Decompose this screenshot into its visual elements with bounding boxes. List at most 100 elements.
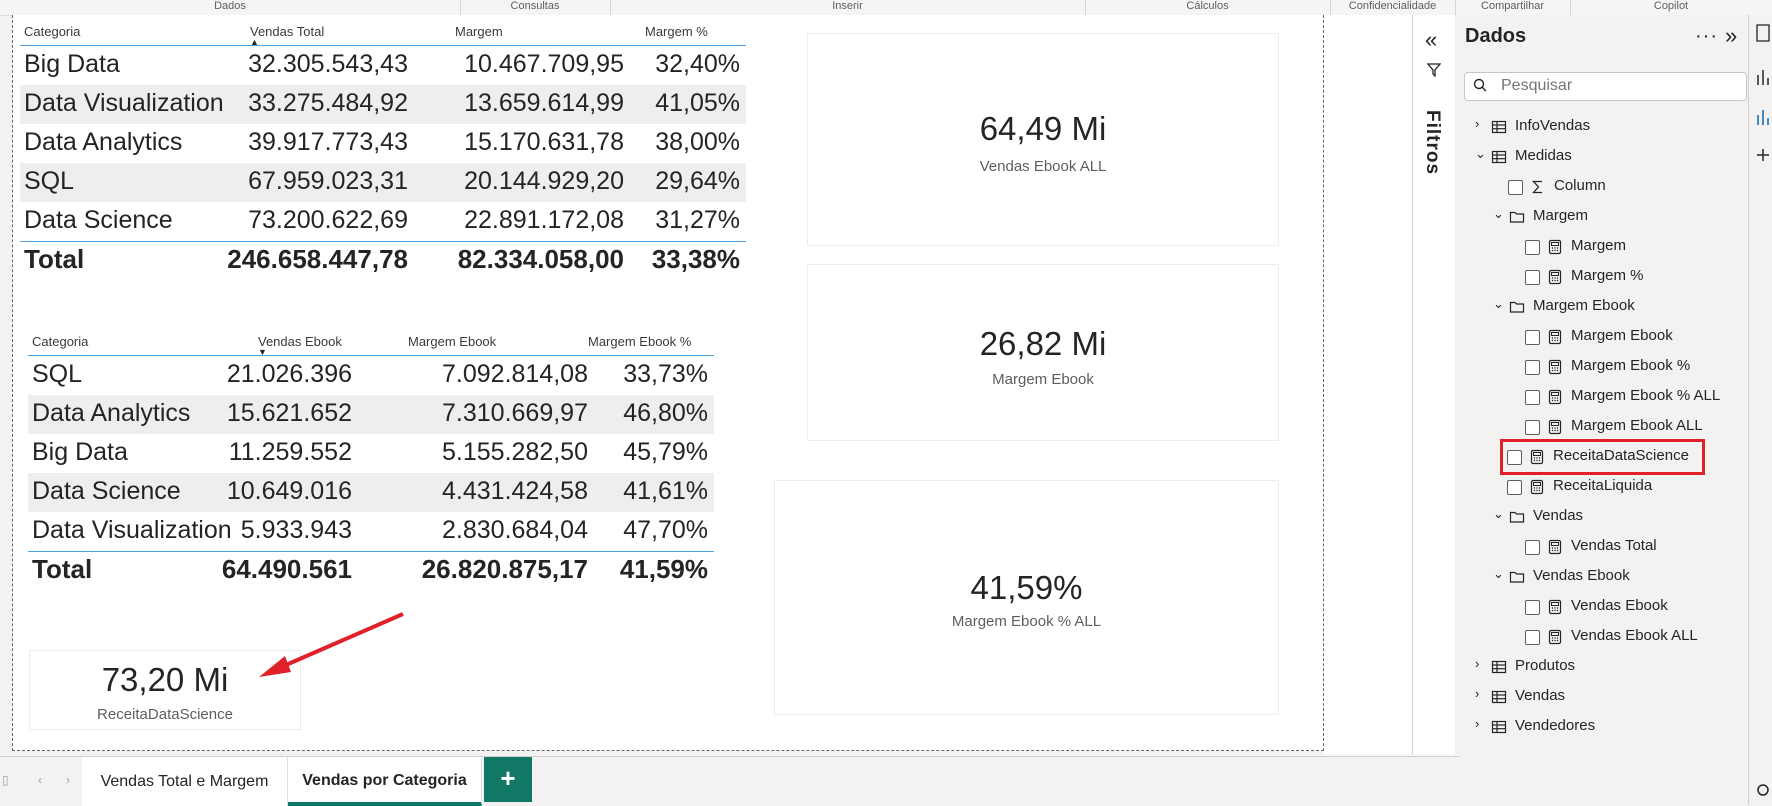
search-box[interactable] (1464, 72, 1747, 101)
tree-item-margem-ebook[interactable]: Margem Ebook % (1455, 352, 1748, 382)
format-icon[interactable] (1755, 107, 1771, 127)
card-margem-ebook-pct-all[interactable]: 41,59% Margem Ebook % ALL (774, 480, 1279, 715)
col-header-margem-pct[interactable]: Margem % (645, 24, 708, 39)
tree-item-vendas-ebook[interactable]: ⌄ Vendas Ebook (1455, 562, 1748, 592)
tree-item-margem[interactable]: Margem % (1455, 262, 1748, 292)
table-row[interactable]: Big Data 32.305.543,43 10.467.709,95 32,40% (20, 46, 746, 85)
table-row[interactable]: Data Science 10.649.016 4.431.424,58 41,61% (28, 473, 714, 512)
field-checkbox[interactable] (1525, 600, 1540, 615)
tree-item-vendedores[interactable]: › Vendedores (1455, 712, 1748, 742)
table-row[interactable]: Data Visualization 33.275.484,92 13.659.61… (20, 85, 746, 124)
measure-icon (1529, 479, 1545, 495)
field-checkbox[interactable] (1507, 480, 1522, 495)
collapse-pane-icon[interactable]: » (1725, 23, 1737, 49)
scroll-right-icon[interactable]: › (66, 773, 70, 787)
tree-item-label: Margem (1533, 207, 1589, 224)
chevron-down-icon[interactable]: ⌄ (1475, 146, 1486, 162)
col-header-margem[interactable]: Margem (455, 24, 503, 39)
col-header-categoria[interactable]: Categoria (32, 334, 88, 349)
chevron-down-icon[interactable]: ⌄ (1493, 506, 1504, 522)
tree-item-vendas-total[interactable]: Vendas Total (1455, 532, 1748, 562)
table-icon (1491, 659, 1507, 675)
tree-item-label: Margem Ebook % ALL (1571, 387, 1721, 404)
field-checkbox[interactable] (1525, 330, 1540, 345)
tree-item-margem-ebook[interactable]: ⌄ Margem Ebook (1455, 292, 1748, 322)
tree-item-receitaliquida[interactable]: ReceitaLiquida (1455, 472, 1748, 502)
data-pane-icon[interactable] (1755, 23, 1771, 43)
more-options-icon[interactable]: ··· (1695, 25, 1718, 48)
field-checkbox[interactable] (1525, 360, 1540, 375)
col-header-vendas-ebook[interactable]: Vendas Ebook (258, 334, 342, 349)
visualizations-icon[interactable] (1755, 67, 1771, 87)
row-value: 10.649.016 (226, 477, 352, 505)
table-vendas-ebook[interactable]: Categoria Vendas Ebook ▼ Margem Ebook Ma… (28, 325, 714, 590)
tree-item-vendas[interactable]: › Vendas (1455, 682, 1748, 712)
col-header-margem-ebook[interactable]: Margem Ebook (408, 334, 496, 349)
chevron-right-icon[interactable]: › (1475, 116, 1479, 131)
scroll-left-icon[interactable]: ‹ (38, 773, 42, 787)
table-row[interactable]: Data Science 73.200.622,69 22.891.172,08 31… (20, 202, 746, 241)
chevron-down-icon[interactable]: ⌄ (1493, 206, 1504, 222)
table-header[interactable]: Categoria Vendas Ebook ▼ Margem Ebook Ma… (28, 325, 714, 357)
row-category: Data Analytics (24, 128, 183, 156)
table-row[interactable]: Data Analytics 15.621.652 7.310.669,97 46,8… (28, 395, 714, 434)
tree-item-infovendas[interactable]: › InfoVendas (1455, 112, 1748, 142)
filters-pane[interactable]: « Filtros (1412, 15, 1456, 755)
col-header-margem-ebook-pct[interactable]: Margem Ebook % (588, 334, 691, 349)
measure-icon (1547, 539, 1563, 555)
table-vendas-total-margem[interactable]: Categoria Vendas Total ▲ Margem Margem %… (20, 15, 746, 280)
tree-item-margem[interactable]: ⌄ Margem (1455, 202, 1748, 232)
tree-item-produtos[interactable]: › Produtos (1455, 652, 1748, 682)
tree-item-margem-ebook-all[interactable]: Margem Ebook % ALL (1455, 382, 1748, 412)
card-label: Margem Ebook (992, 371, 1094, 388)
chevron-right-icon[interactable]: › (1475, 656, 1479, 671)
table-header[interactable]: Categoria Vendas Total ▲ Margem Margem % (20, 15, 746, 47)
ribbon-group-labels: Dados Consultas Inserir Cálculos Confide… (0, 0, 1772, 16)
data-pane: Dados ··· » › InfoVendas ⌄ Medidas Column ⌄ Ma… (1455, 15, 1748, 805)
ribbon-group-copilot: Copilot (1653, 0, 1689, 12)
folder-icon (1509, 299, 1525, 315)
table-row[interactable]: Data Visualization 5.933.943 2.830.684,04 4… (28, 512, 714, 551)
table-row[interactable]: SQL 21.026.396 7.092.814,08 33,73% (28, 356, 714, 395)
settings-icon[interactable] (1755, 780, 1771, 800)
tab-vendas-por-categoria[interactable]: Vendas por Categoria (288, 757, 482, 806)
page-icon[interactable]: ▯ (2, 773, 9, 787)
tree-item-vendas[interactable]: ⌄ Vendas (1455, 502, 1748, 532)
tree-item-margem-ebook[interactable]: Margem Ebook (1455, 322, 1748, 352)
tree-item-medidas[interactable]: ⌄ Medidas (1455, 142, 1748, 172)
field-checkbox[interactable] (1508, 180, 1523, 195)
table-row[interactable]: SQL 67.959.023,31 20.144.929,20 29,64% (20, 163, 746, 202)
expand-filters-icon[interactable]: « (1425, 27, 1437, 53)
add-icon[interactable] (1755, 145, 1771, 165)
chevron-right-icon[interactable]: › (1475, 716, 1479, 731)
tree-item-vendas-ebook-all[interactable]: Vendas Ebook ALL (1455, 622, 1748, 652)
tree-item-column[interactable]: Column (1455, 172, 1748, 202)
field-checkbox[interactable] (1525, 390, 1540, 405)
table-row[interactable]: Big Data 11.259.552 5.155.282,50 45,79% (28, 434, 714, 473)
chevron-down-icon[interactable]: ⌄ (1493, 296, 1504, 312)
tree-item-margem-ebook-all[interactable]: Margem Ebook ALL (1455, 412, 1748, 442)
row-value: 32,40% (655, 50, 740, 78)
tree-item-margem[interactable]: Margem (1455, 232, 1748, 262)
card-vendas-ebook-all[interactable]: 64,49 Mi Vendas Ebook ALL (807, 33, 1279, 246)
field-checkbox[interactable] (1525, 420, 1540, 435)
filters-label[interactable]: Filtros (1421, 110, 1443, 175)
tree-item-vendas-ebook[interactable]: Vendas Ebook (1455, 592, 1748, 622)
col-header-vendas-total[interactable]: Vendas Total (250, 24, 324, 39)
add-page-button[interactable]: + (484, 757, 532, 802)
card-margem-ebook[interactable]: 26,82 Mi Margem Ebook (807, 264, 1279, 441)
chevron-right-icon[interactable]: › (1475, 686, 1479, 701)
col-header-categoria[interactable]: Categoria (24, 24, 80, 39)
search-input[interactable] (1499, 76, 1743, 96)
field-checkbox[interactable] (1525, 540, 1540, 555)
field-checkbox[interactable] (1525, 630, 1540, 645)
table-row[interactable]: Data Analytics 39.917.773,43 15.170.631,78… (20, 124, 746, 163)
chevron-down-icon[interactable]: ⌄ (1493, 566, 1504, 582)
row-value: 32.305.543,43 (248, 50, 408, 78)
field-checkbox[interactable] (1525, 240, 1540, 255)
tree-item-label: Margem Ebook (1533, 297, 1635, 314)
tab-vendas-total-e-margem[interactable]: Vendas Total e Margem (82, 757, 288, 806)
row-value: 10.467.709,95 (464, 50, 624, 78)
field-checkbox[interactable] (1525, 270, 1540, 285)
row-value: 21.026.396 (226, 360, 352, 388)
